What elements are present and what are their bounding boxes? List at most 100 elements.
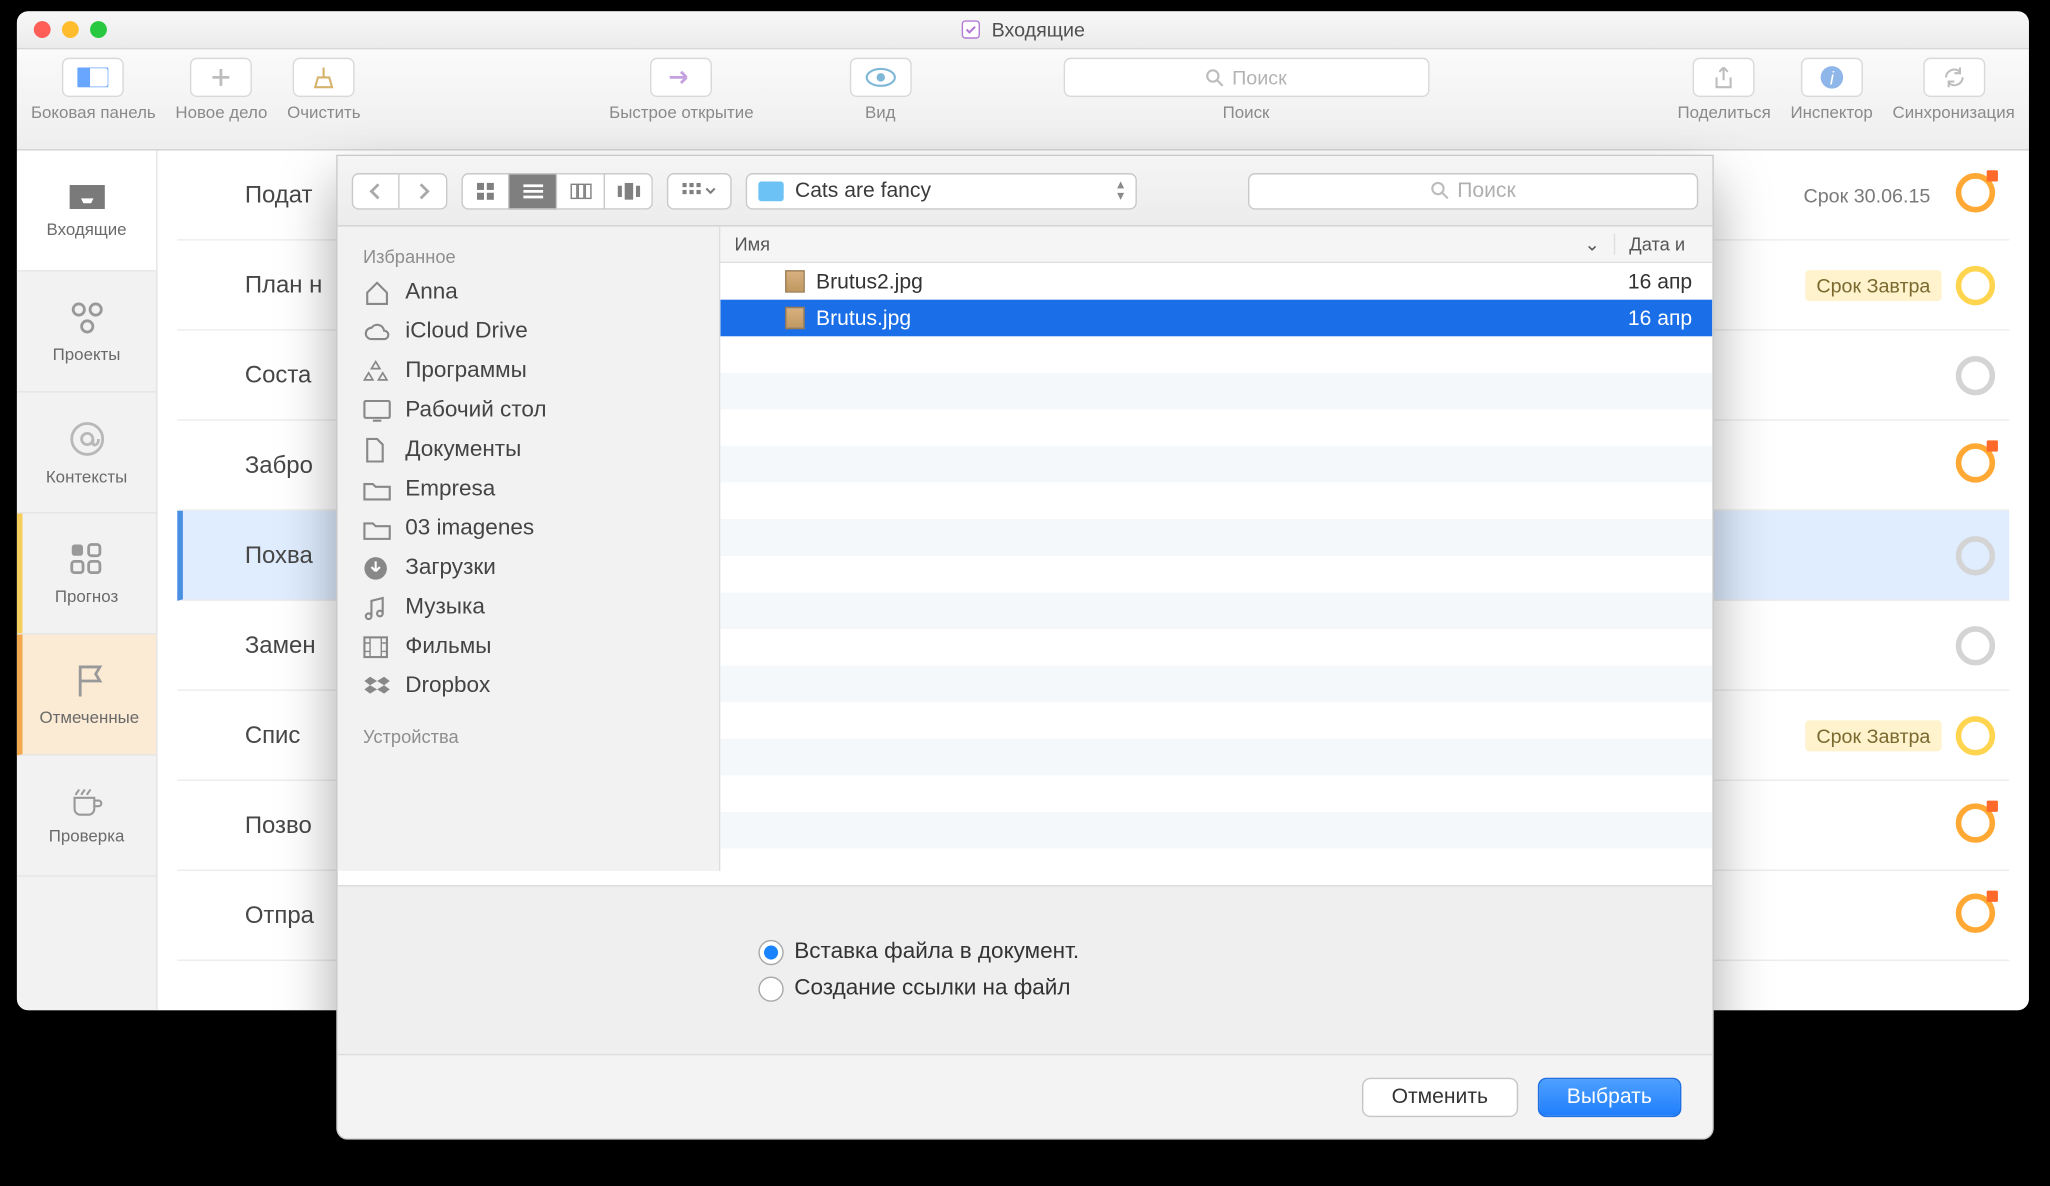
nav-review[interactable]: Проверка (17, 756, 156, 877)
sort-chevron-icon: ⌄ (1584, 234, 1599, 257)
sheet-toolbar: Cats are fancy ▴▾ Поиск (338, 156, 1713, 226)
sync-label: Синхронизация (1893, 103, 2015, 123)
nav-forecast[interactable]: Прогноз (17, 514, 156, 635)
back-button[interactable] (352, 172, 400, 209)
open-file-sheet: Cats are fancy ▴▾ Поиск Избранное Anna i… (336, 155, 1713, 1140)
flag-dot-icon (1987, 801, 1998, 812)
sidebar-item-icloud[interactable]: iCloud Drive (338, 312, 719, 351)
file-list-area: Имя⌄ Дата и Brutus2.jpg16 апр Brutus.jpg… (720, 227, 1712, 871)
gallery-icon (617, 182, 640, 199)
sheet-options: Вставка файла в документ. Создание ссылк… (338, 885, 1713, 1054)
arrange-button[interactable] (667, 172, 732, 209)
flag-dot-icon (1987, 891, 1998, 902)
grid-icon (476, 181, 496, 201)
sidebar-label: Боковая панель (31, 103, 156, 123)
file-row[interactable]: Brutus2.jpg16 апр (720, 263, 1712, 300)
status-circle-icon[interactable] (1956, 715, 1995, 754)
sidebar-item-apps[interactable]: Программы (338, 352, 719, 391)
folder-icon (363, 518, 391, 539)
search-field[interactable]: Поиск (1063, 58, 1429, 97)
nav-sidebar: Входящие Проекты Контексты Прогноз Отмеч… (17, 151, 158, 1011)
coverflow-view-button[interactable] (605, 172, 653, 209)
arrow-right-icon (667, 68, 695, 88)
nav-flagged[interactable]: Отмеченные (17, 635, 156, 756)
thumbnail-icon (785, 307, 805, 330)
document-icon (961, 20, 981, 40)
new-task-button[interactable] (190, 58, 252, 97)
search-icon (1431, 182, 1449, 200)
sidebar-item-folder[interactable]: Empresa (338, 470, 719, 509)
cancel-button[interactable]: Отменить (1362, 1077, 1518, 1116)
file-row[interactable]: Brutus.jpg16 апр (720, 300, 1712, 337)
chevron-down-icon (705, 186, 716, 194)
sidebar-item-dropbox[interactable]: Dropbox (338, 667, 719, 706)
list-view-button[interactable] (509, 172, 557, 209)
quick-label: Быстрое открытие (609, 103, 753, 123)
status-circle-icon[interactable] (1956, 625, 1995, 664)
search-label: Поиск (1223, 103, 1270, 123)
forward-button[interactable] (400, 172, 448, 209)
nav-projects[interactable]: Проекты (17, 272, 156, 393)
thumbnail-icon (785, 270, 805, 293)
inspector-label: Инспектор (1790, 103, 1872, 123)
status-circle-icon[interactable] (1956, 265, 1995, 304)
icon-view-button[interactable] (461, 172, 509, 209)
status-circle-icon[interactable] (1956, 535, 1995, 574)
inbox-icon (67, 182, 106, 210)
nav-contexts[interactable]: Контексты (17, 393, 156, 514)
close-icon[interactable] (34, 21, 51, 38)
status-circle-icon[interactable] (1956, 355, 1995, 394)
sidebar-item-documents[interactable]: Документы (338, 431, 719, 470)
sidebar-item-downloads[interactable]: Загрузки (338, 549, 719, 588)
film-icon (363, 636, 391, 659)
downloads-icon (363, 556, 391, 581)
sheet-footer: Отменить Выбрать (338, 1054, 1713, 1138)
devices-header: Устройства (338, 718, 719, 753)
share-button[interactable] (1693, 58, 1755, 97)
columns-icon (569, 182, 592, 199)
column-name[interactable]: Имя⌄ (720, 234, 1613, 255)
sidebar-item-music[interactable]: Музыка (338, 588, 719, 627)
traffic-lights (34, 21, 107, 38)
cloud-icon (363, 322, 391, 342)
sidebar-item-folder[interactable]: 03 imagenes (338, 509, 719, 548)
flag-icon (74, 662, 105, 699)
choose-button[interactable]: Выбрать (1537, 1077, 1681, 1116)
minimize-icon[interactable] (62, 21, 79, 38)
quick-open-button[interactable] (650, 58, 712, 97)
sidebar-toggle-button[interactable] (62, 58, 124, 97)
sidebar-item-movies[interactable]: Фильмы (338, 628, 719, 667)
sheet-search-field[interactable]: Поиск (1248, 172, 1698, 209)
folder-icon (363, 479, 391, 500)
apps-icon (363, 359, 391, 384)
column-date[interactable]: Дата и (1614, 234, 1712, 255)
option-embed[interactable]: Вставка файла в документ. (758, 939, 1293, 964)
chevron-left-icon (369, 182, 383, 199)
clean-button[interactable] (293, 58, 355, 97)
folder-icon (758, 181, 783, 201)
folder-popup[interactable]: Cats are fancy ▴▾ (746, 172, 1137, 209)
coffee-icon (67, 786, 106, 817)
sidebar-item-home[interactable]: Anna (338, 273, 719, 312)
sidebar-item-desktop[interactable]: Рабочий стол (338, 391, 719, 430)
window-title: Входящие (17, 18, 2029, 41)
column-view-button[interactable] (557, 172, 605, 209)
home-icon (363, 280, 391, 305)
chevron-right-icon (416, 182, 430, 199)
inspector-button[interactable]: i (1801, 58, 1863, 97)
info-icon: i (1819, 65, 1844, 90)
sync-button[interactable] (1923, 58, 1985, 97)
share-icon (1714, 65, 1734, 90)
view-button[interactable] (849, 58, 911, 97)
broom-icon (313, 65, 336, 90)
zoom-icon[interactable] (90, 21, 107, 38)
clean-label: Очистить (287, 103, 361, 123)
nav-inbox[interactable]: Входящие (17, 151, 156, 272)
nav-buttons (352, 172, 448, 209)
projects-icon (68, 299, 105, 336)
view-mode-buttons (461, 172, 652, 209)
option-link[interactable]: Создание ссылки на файл (758, 976, 1293, 1001)
due-badge: Срок Завтра (1805, 720, 1942, 751)
flag-dot-icon (1987, 440, 1998, 451)
view-label: Вид (865, 103, 896, 123)
